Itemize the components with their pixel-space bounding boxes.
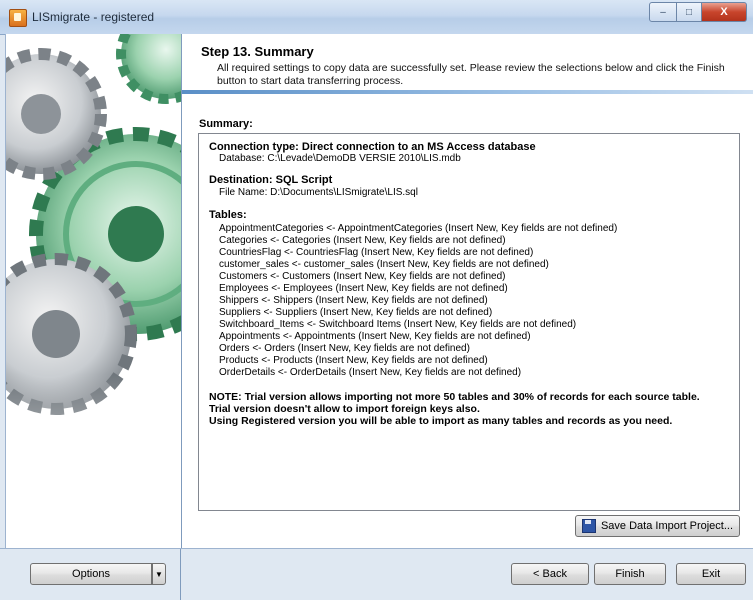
- wizard-side-image: [5, 34, 181, 548]
- window-title: LISmigrate - registered: [32, 10, 155, 24]
- table-mapping-item: Categories <- Categories (Insert New, Ke…: [219, 235, 506, 246]
- options-label: Options: [72, 568, 110, 580]
- table-mapping-item: Switchboard_Items <- Switchboard Items (…: [219, 319, 577, 330]
- table-mapping-item: Products <- Products (Insert New, Key fi…: [219, 355, 488, 366]
- table-mapping-item: Orders <- Orders (Insert New, Key fields…: [219, 343, 470, 354]
- table-mapping-item: OrderDetails <- OrderDetails (Insert New…: [219, 367, 522, 378]
- wizard-content: Step 13. Summary All required settings t…: [181, 34, 753, 548]
- exit-label: Exit: [701, 568, 721, 580]
- finish-label: Finish: [615, 568, 645, 580]
- maximize-button[interactable]: □: [677, 2, 702, 22]
- back-button[interactable]: < Back: [511, 563, 589, 585]
- header-divider: [182, 90, 753, 94]
- table-mapping-item: Appointments <- Appointments (Insert New…: [219, 331, 531, 342]
- destination-file-name: File Name: D:\Documents\LISmigrate\LIS.s…: [219, 187, 418, 198]
- options-button[interactable]: Options: [30, 563, 152, 585]
- back-label: < Back: [533, 568, 567, 580]
- summary-textbox[interactable]: Connection type: Direct connection to an…: [198, 133, 740, 511]
- close-button[interactable]: X: [702, 2, 747, 22]
- wizard-window: LISmigrate - registered – □ X Step 13. S…: [0, 0, 753, 600]
- trial-note-line: Trial version doesn't allow to import fo…: [209, 403, 480, 415]
- floppy-disk-icon: [581, 519, 596, 533]
- gears-illustration: [6, 34, 181, 548]
- table-mapping-item: customer_sales <- customer_sales (Insert…: [219, 259, 549, 270]
- options-dropdown-arrow[interactable]: ▼: [152, 563, 166, 585]
- table-mapping-item: AppointmentCategories <- AppointmentCate…: [219, 223, 618, 234]
- save-project-label: Save Data Import Project...: [600, 520, 734, 532]
- wizard-footer: Options ▼ < Back Finish Exit: [0, 548, 753, 600]
- exit-button[interactable]: Exit: [676, 563, 746, 585]
- footer-divider: [180, 549, 181, 600]
- table-mapping-item: Suppliers <- Suppliers (Insert New, Key …: [219, 307, 493, 318]
- app-icon: [9, 9, 27, 27]
- table-mapping-item: Shippers <- Shippers (Insert New, Key fi…: [219, 295, 488, 306]
- step-header: Step 13. Summary All required settings t…: [182, 34, 753, 90]
- tables-heading: Tables:: [209, 209, 247, 221]
- step-description: All required settings to copy data are s…: [217, 62, 725, 87]
- connection-type-heading: Connection type: Direct connection to an…: [209, 141, 536, 153]
- title-bar[interactable]: LISmigrate - registered – □ X: [0, 0, 753, 35]
- trial-note-line: Using Registered version you will be abl…: [209, 415, 673, 427]
- trial-note-line: NOTE: Trial version allows importing not…: [209, 391, 700, 403]
- save-data-import-project-button[interactable]: Save Data Import Project...: [575, 515, 740, 537]
- connection-database-path: Database: C:\Levade\DemoDB VERSIE 2010\L…: [219, 153, 461, 164]
- minimize-button[interactable]: –: [649, 2, 677, 22]
- chevron-down-icon: ▼: [155, 569, 163, 579]
- step-title: Step 13. Summary: [201, 44, 314, 59]
- table-mapping-item: CountriesFlag <- CountriesFlag (Insert N…: [219, 247, 534, 258]
- window-controls: – □ X: [649, 2, 747, 22]
- destination-heading: Destination: SQL Script: [209, 174, 333, 186]
- finish-button[interactable]: Finish: [594, 563, 666, 585]
- gear-icon: [6, 48, 107, 180]
- table-mapping-item: Customers <- Customers (Insert New, Key …: [219, 271, 506, 282]
- table-mapping-item: Employees <- Employees (Insert New, Key …: [219, 283, 508, 294]
- summary-label: Summary:: [199, 118, 253, 130]
